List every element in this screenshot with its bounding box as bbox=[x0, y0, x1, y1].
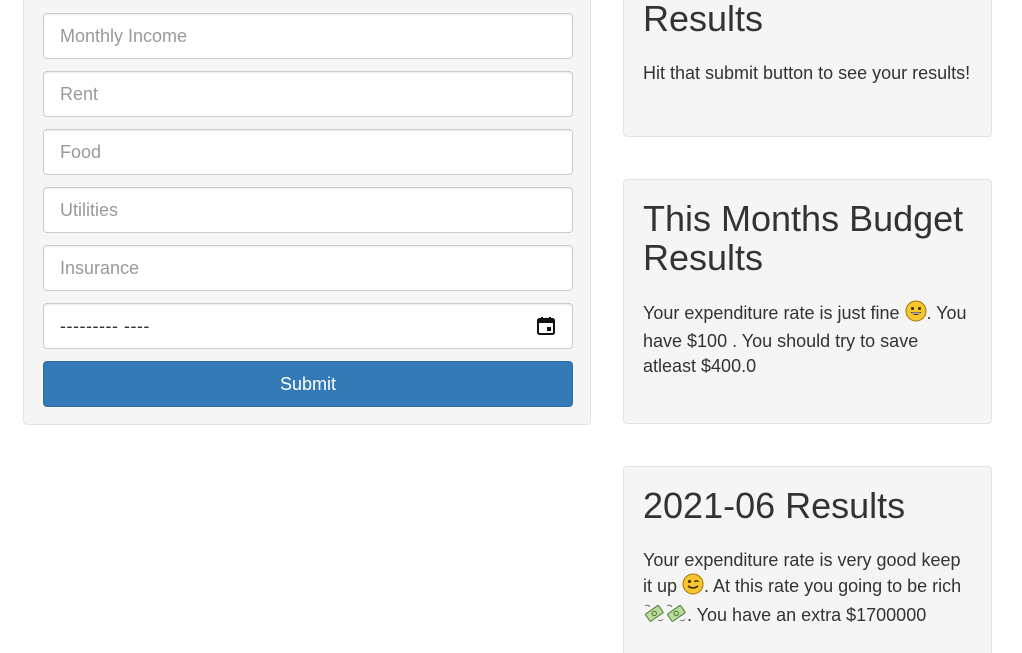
results-message-text: . You have an extra $1700000 bbox=[687, 605, 927, 625]
results-title: This Months Budget Results bbox=[643, 198, 964, 278]
monthly-income-input[interactable] bbox=[43, 13, 573, 59]
rent-input[interactable] bbox=[43, 71, 573, 117]
results-message-text: Hit that submit button to see your resul… bbox=[643, 63, 971, 83]
date-value: --------- ---- bbox=[60, 315, 150, 336]
grinning-face-icon bbox=[905, 300, 927, 329]
results-message: Hit that submit button to see your resul… bbox=[643, 61, 972, 86]
page: --------- ---- Submit Results Hit that s… bbox=[0, 0, 1022, 653]
results-card-2021-06: 2021-06 Results Your expenditure rate is… bbox=[623, 466, 992, 653]
budget-form-card: --------- ---- Submit bbox=[23, 0, 591, 425]
results-message-text: . At this rate you going to be rich bbox=[704, 576, 962, 596]
winking-face-icon bbox=[682, 573, 704, 602]
insurance-input[interactable] bbox=[43, 245, 573, 291]
calendar-icon[interactable] bbox=[536, 316, 556, 336]
results-title: Results bbox=[643, 0, 764, 39]
results-card-default: Results Hit that submit button to see yo… bbox=[623, 0, 992, 137]
utilities-input[interactable] bbox=[43, 187, 573, 233]
money-with-wings-icon bbox=[643, 602, 665, 631]
month-date-input[interactable]: --------- ---- bbox=[43, 303, 573, 349]
results-title: 2021-06 Results bbox=[643, 485, 906, 526]
results-message-text: Your expenditure rate is just fine bbox=[643, 303, 905, 323]
results-message: Your expenditure rate is just fine . You… bbox=[643, 300, 972, 379]
food-input[interactable] bbox=[43, 129, 573, 175]
results-card-this-month: This Months Budget Results Your expendit… bbox=[623, 179, 992, 424]
results-message: Your expenditure rate is very good keep … bbox=[643, 548, 972, 631]
submit-button[interactable]: Submit bbox=[43, 361, 573, 407]
money-with-wings-icon bbox=[665, 602, 687, 631]
